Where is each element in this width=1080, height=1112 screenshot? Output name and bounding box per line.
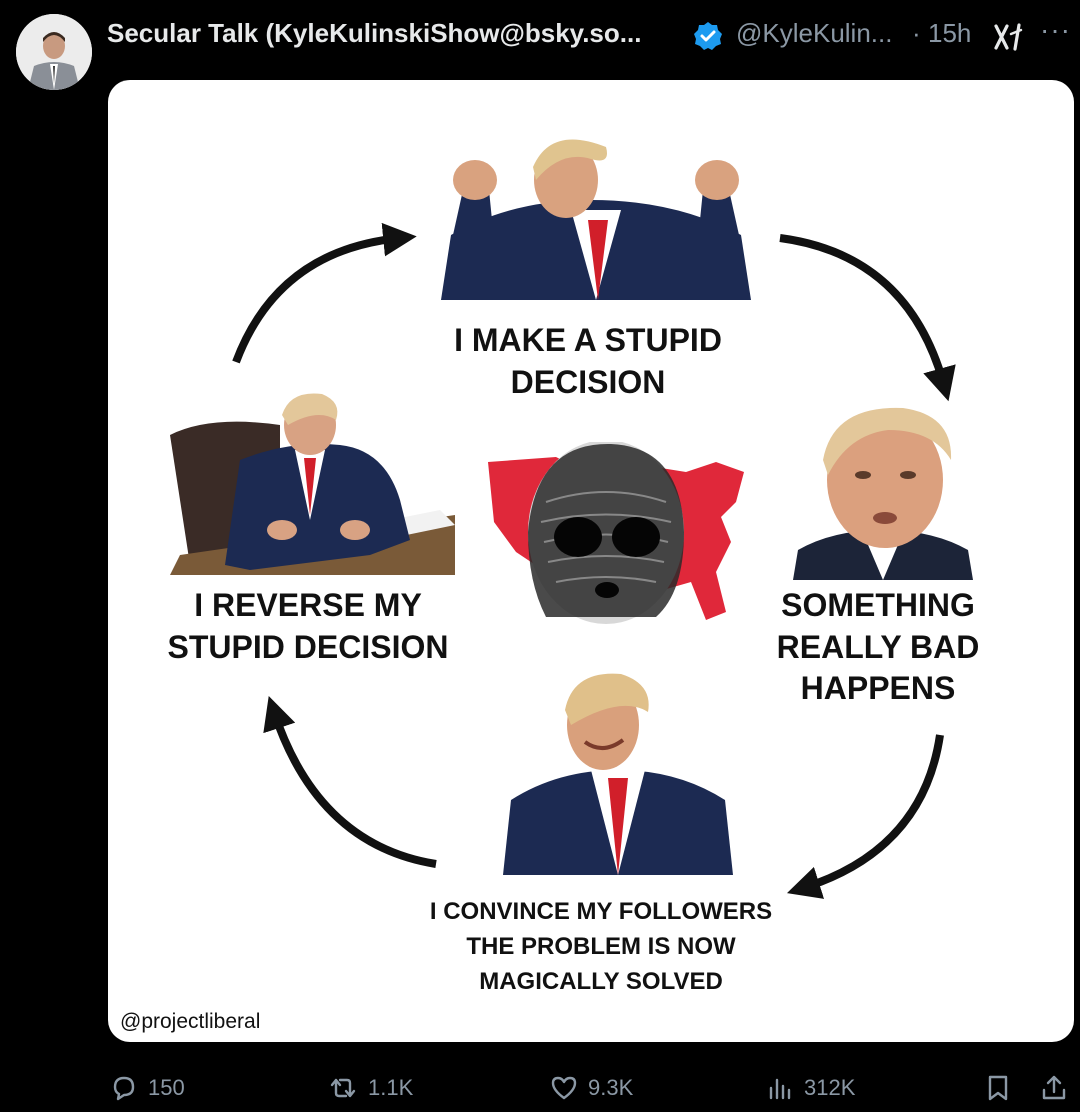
bookmark-icon — [988, 1075, 1008, 1101]
caption-top: I MAKE A STUPID DECISION — [454, 322, 722, 400]
reply-icon — [113, 1076, 135, 1101]
repost-icon — [330, 1078, 356, 1098]
center-map-graphic — [488, 442, 744, 624]
caption-left: I REVERSE MY STUPID DECISION — [167, 587, 449, 665]
verified-badge-icon — [694, 22, 722, 50]
author-name[interactable]: Secular Talk (KyleKulinskiShow@bsky.so..… — [107, 18, 641, 49]
views-icon — [769, 1078, 791, 1100]
photo-right — [793, 407, 973, 580]
photo-bottom — [503, 673, 733, 875]
post-time[interactable]: 15h — [928, 18, 971, 49]
more-icon[interactable]: ··· — [1040, 14, 1071, 46]
caption-bottom: I CONVINCE MY FOLLOWERS THE PROBLEM IS N… — [429, 898, 773, 995]
action-bar: 150 1.1K 9.3K 312K — [0, 1064, 1080, 1112]
reply-count: 150 — [148, 1075, 185, 1100]
bookmark-button[interactable] — [985, 1070, 1021, 1106]
author-handle[interactable]: @KyleKulin... — [736, 18, 892, 49]
credit-watermark: @projectliberal — [120, 1010, 261, 1033]
share-icon — [1042, 1075, 1066, 1100]
reply-button[interactable]: 150 — [110, 1070, 185, 1106]
views-button[interactable]: 312K — [768, 1070, 855, 1106]
author-avatar[interactable] — [16, 14, 92, 90]
like-icon — [551, 1076, 577, 1100]
photo-top — [441, 139, 751, 300]
caption-right: SOMETHING REALLY BAD HAPPENS — [776, 587, 980, 707]
share-button[interactable] — [1040, 1070, 1078, 1106]
arrow-top-left — [232, 222, 417, 364]
arrow-bottom-right — [786, 734, 944, 899]
arrow-top-right — [779, 234, 956, 402]
like-button[interactable]: 9.3K — [550, 1070, 633, 1106]
like-count: 9.3K — [588, 1075, 634, 1100]
views-count: 312K — [804, 1075, 856, 1100]
grok-icon[interactable] — [993, 22, 1025, 52]
repost-count: 1.1K — [368, 1075, 414, 1100]
meme-image[interactable]: I MAKE A STUPID DECISION SOMETHING REALL… — [108, 80, 1074, 1042]
post-header: Secular Talk (KyleKulinskiShow@bsky.so..… — [0, 0, 1080, 90]
photo-left — [170, 393, 455, 575]
repost-button[interactable]: 1.1K — [328, 1070, 413, 1106]
separator-dot: · — [912, 18, 921, 48]
arrow-bottom-left — [263, 696, 437, 868]
